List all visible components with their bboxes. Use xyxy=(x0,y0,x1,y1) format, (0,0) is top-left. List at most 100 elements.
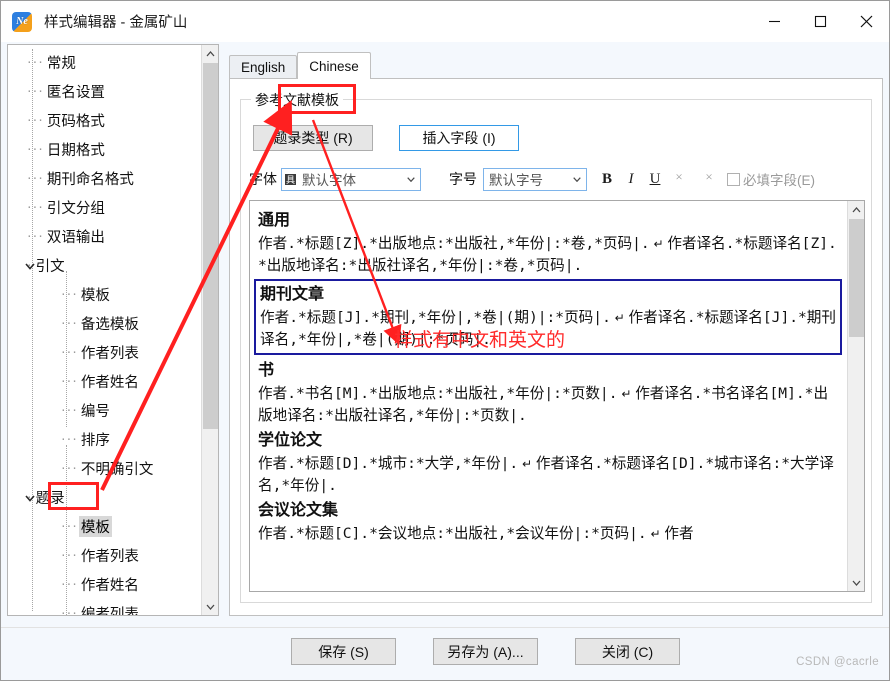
tree-item-label: 引文分组 xyxy=(46,201,105,217)
tree-connector: ··· xyxy=(60,346,78,359)
footer-button-label: 关闭 (C) xyxy=(601,643,654,660)
tree-connector: ··· xyxy=(60,375,78,388)
template-block-title: 通用 xyxy=(258,210,291,229)
editor-scrollbar[interactable] xyxy=(847,201,864,591)
tree-item-label: 匿名设置 xyxy=(46,85,105,101)
tree-item-16[interactable]: ··· 模板 xyxy=(8,512,202,541)
required-field-checkbox-row[interactable]: 必填字段(E) xyxy=(727,169,815,189)
template-block-title: 期刊文章 xyxy=(260,284,325,303)
tab-english[interactable]: English xyxy=(229,55,298,79)
language-tabs[interactable]: English Chinese xyxy=(229,52,883,79)
template-block-0[interactable]: 通用作者.*标题[Z].*出版地点:*出版社,*年份|:*卷,*页码|. ↵ 作… xyxy=(258,207,842,277)
tree-scroll-thumb[interactable] xyxy=(203,63,218,429)
tab-label: English xyxy=(241,60,286,75)
editor-scroll-thumb[interactable] xyxy=(849,219,864,337)
tree-item-label: 作者列表 xyxy=(80,346,139,362)
italic-button[interactable]: I xyxy=(619,168,643,190)
template-buttons[interactable]: 题录类型 (R) 插入字段 (I) xyxy=(253,125,519,151)
chevron-down-icon[interactable] xyxy=(402,169,420,190)
scroll-up-icon[interactable] xyxy=(202,45,218,62)
tree-item-label: 题录 xyxy=(35,491,65,507)
underline-button[interactable]: U xyxy=(643,168,667,190)
template-block-4[interactable]: 会议论文集作者.*标题[C].*会议地点:*出版社,*会议年份|:*页码|. ↵… xyxy=(258,497,842,545)
chevron-down-icon[interactable] xyxy=(24,492,36,504)
subscript-button[interactable]: × xyxy=(697,168,721,190)
tree-item-2[interactable]: ··· 页码格式 xyxy=(8,106,202,135)
font-family-select[interactable]: 具 默认字体 xyxy=(281,167,421,191)
tree-item-8[interactable]: ··· 模板 xyxy=(8,280,202,309)
tree-connector: ··· xyxy=(26,114,44,127)
superscript-button[interactable]: × xyxy=(667,168,691,190)
window-controls xyxy=(751,2,889,42)
tree-item-13[interactable]: ··· 排序 xyxy=(8,425,202,454)
tab-chinese[interactable]: Chinese xyxy=(297,52,371,79)
footer-button-1[interactable]: 另存为 (A)... xyxy=(433,638,538,665)
template-text-content[interactable]: 通用作者.*标题[Z].*出版地点:*出版社,*年份|:*卷,*页码|. ↵ 作… xyxy=(250,201,848,591)
footer-button-0[interactable]: 保存 (S) xyxy=(291,638,396,665)
tree-connector: ··· xyxy=(26,230,44,243)
required-field-checkbox[interactable] xyxy=(727,172,740,186)
font-size-select[interactable]: 默认字号 xyxy=(483,167,587,191)
template-line-primary: 作者.*书名[M].*出版地点:*出版社,*年份|:*页数|. xyxy=(258,385,618,402)
tree-item-11[interactable]: ··· 作者姓名 xyxy=(8,367,202,396)
tree-connector: ··· xyxy=(60,433,78,446)
window-title: 样式编辑器 - 金属矿山 xyxy=(44,15,188,31)
record-type-button[interactable]: 题录类型 (R) xyxy=(253,125,373,151)
tab-page-chinese: 参考文献模板 题录类型 (R) 插入字段 (I) 字体 具 默认字体 字号 默认… xyxy=(229,78,883,616)
tree-item-19[interactable]: ··· 编者列表 xyxy=(8,599,202,615)
tree-connector: ··· xyxy=(26,201,44,214)
template-block-1[interactable]: 期刊文章 作者.*标题[J].*期刊,*年份|,*卷|(期)|:*页码|. ↵ 作… xyxy=(254,279,842,355)
template-block-body: 作者.*书名[M].*出版地点:*出版社,*年份|:*页数|. ↵ 作者译名.*… xyxy=(258,383,842,427)
minimize-button[interactable] xyxy=(751,2,797,42)
template-block-title: 学位论文 xyxy=(258,430,323,449)
tree-item-10[interactable]: ··· 作者列表 xyxy=(8,338,202,367)
tree-item-label: 期刊命名格式 xyxy=(46,172,134,188)
tree-item-14[interactable]: ··· 不明确引文 xyxy=(8,454,202,483)
tree-item-4[interactable]: ··· 期刊命名格式 xyxy=(8,164,202,193)
scroll-down-icon[interactable] xyxy=(202,598,218,615)
watermark: CSDN @cacrle xyxy=(796,656,879,668)
tree-connector: ··· xyxy=(60,404,78,417)
tree-connector: ··· xyxy=(26,172,44,185)
tree-item-6[interactable]: ··· 双语输出 xyxy=(8,222,202,251)
scroll-up-icon[interactable] xyxy=(848,201,864,218)
tree-item-label: 作者列表 xyxy=(80,549,139,565)
maximize-button[interactable] xyxy=(797,2,843,42)
tree-connector: ··· xyxy=(60,578,78,591)
reference-template-group: 参考文献模板 题录类型 (R) 插入字段 (I) 字体 具 默认字体 字号 默认… xyxy=(240,90,872,603)
carriage-return-icon: ↵ xyxy=(649,237,668,251)
carriage-return-icon: ↵ xyxy=(646,527,665,541)
tree-item-15[interactable]: · 题录 xyxy=(8,483,202,512)
tree-item-3[interactable]: ··· 日期格式 xyxy=(8,135,202,164)
app-icon-label: Ne xyxy=(16,16,28,27)
tree-item-18[interactable]: ··· 作者姓名 xyxy=(8,570,202,599)
close-button[interactable] xyxy=(843,2,889,42)
settings-tree[interactable]: ··· 常规 ··· 匿名设置 ··· 页码格式 ··· 日期格式 ··· 期刊命名格式 ··· 引文… xyxy=(8,45,202,615)
template-text-editor[interactable]: 通用作者.*标题[Z].*出版地点:*出版社,*年份|:*卷,*页码|. ↵ 作… xyxy=(249,200,865,592)
template-line-primary: 作者.*标题[Z].*出版地点:*出版社,*年份|:*卷,*页码|. xyxy=(258,235,650,252)
chevron-down-icon[interactable] xyxy=(568,169,586,190)
template-block-2[interactable]: 书作者.*书名[M].*出版地点:*出版社,*年份|:*页数|. ↵ 作者译名.… xyxy=(258,357,842,427)
window-titlebar: Ne 样式编辑器 - 金属矿山 xyxy=(1,1,889,42)
scroll-down-icon[interactable] xyxy=(848,574,864,591)
footer-button-2[interactable]: 关闭 (C) xyxy=(575,638,680,665)
tree-item-17[interactable]: ··· 作者列表 xyxy=(8,541,202,570)
tree-item-0[interactable]: ··· 常规 xyxy=(8,48,202,77)
footer-buttons[interactable]: 保存 (S) 另存为 (A)... 关闭 (C) xyxy=(291,638,680,665)
template-block-title: 会议论文集 xyxy=(258,500,339,519)
dialog-body: ··· 常规 ··· 匿名设置 ··· 页码格式 ··· 日期格式 ··· 期刊命名格式 ··· 引文… xyxy=(1,42,889,627)
tree-item-12[interactable]: ··· 编号 xyxy=(8,396,202,425)
tree-item-5[interactable]: ··· 引文分组 xyxy=(8,193,202,222)
bold-button[interactable]: B xyxy=(595,168,619,190)
tree-item-7[interactable]: · 引文 xyxy=(8,251,202,280)
font-toolbar: 字体 具 默认字体 字号 默认字号 B I U × × 必填字段(E) xyxy=(249,166,865,192)
template-block-body: 作者.*标题[C].*会议地点:*出版社,*会议年份|:*页码|. ↵ 作者 xyxy=(258,523,842,545)
tree-scrollbar[interactable] xyxy=(201,45,218,615)
chevron-down-icon[interactable] xyxy=(24,260,36,272)
tree-item-9[interactable]: ··· 备选模板 xyxy=(8,309,202,338)
insert-field-button[interactable]: 插入字段 (I) xyxy=(399,125,519,151)
tree-item-1[interactable]: ··· 匿名设置 xyxy=(8,77,202,106)
template-line-translated: 作者 xyxy=(664,525,694,542)
template-block-3[interactable]: 学位论文 作者.*标题[D].*城市:*大学,*年份|. ↵ 作者译名.*标题译名… xyxy=(258,427,842,497)
template-block-body: 作者.*标题[Z].*出版地点:*出版社,*年份|:*卷,*页码|. ↵ 作者译… xyxy=(258,233,842,277)
